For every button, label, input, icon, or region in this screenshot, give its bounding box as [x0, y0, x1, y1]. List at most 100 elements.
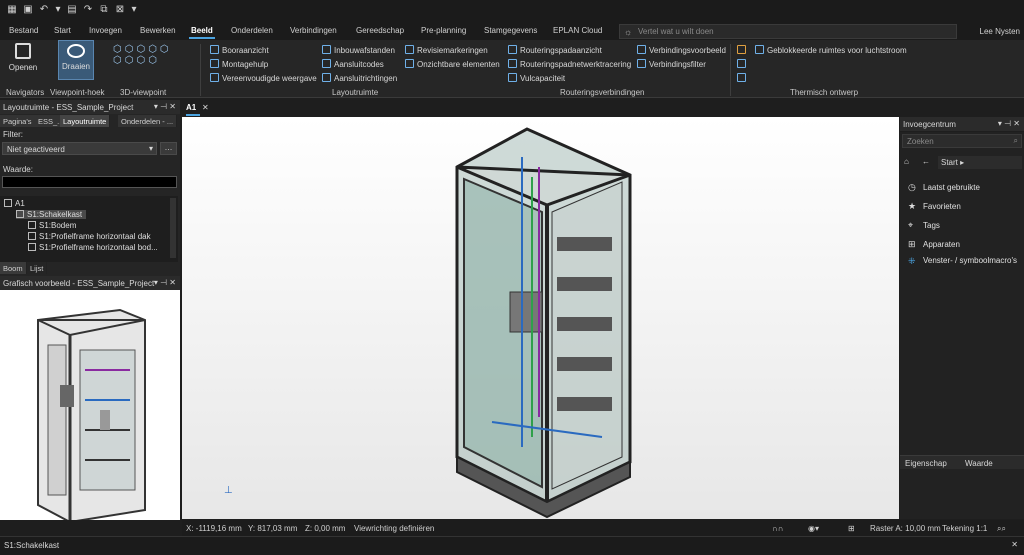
- layout-space-header: Layoutruimte - ESS_Sample_Project ▾ ⊣ ✕: [0, 100, 180, 114]
- ribbon-separator: [730, 44, 731, 96]
- connection-preview-button[interactable]: Verbindingsvoorbeeld: [637, 45, 726, 55]
- tab-boom[interactable]: Boom: [0, 262, 27, 274]
- search-placeholder: Vertel wat u wilt doen: [638, 27, 714, 36]
- tab-stamgegevens[interactable]: Stamgegevens: [484, 26, 537, 35]
- breadcrumb-start: Start: [941, 158, 958, 167]
- tab-onderdelen[interactable]: Onderdelen: [231, 26, 273, 35]
- close-icon[interactable]: ✕: [1011, 540, 1018, 549]
- tree-label: A1: [15, 199, 25, 208]
- thermal-button-2[interactable]: [737, 59, 749, 69]
- snap-icon[interactable]: ∩∩: [772, 524, 784, 533]
- rotate-button[interactable]: Draaien: [58, 40, 94, 80]
- mounting-icon: [210, 59, 219, 68]
- fill-capacity-button[interactable]: Vulcapaciteit: [508, 73, 565, 83]
- recent-item[interactable]: ◷ Laatst gebruikte: [908, 182, 980, 193]
- 3d-canvas[interactable]: ⊥: [182, 117, 899, 519]
- open-icon[interactable]: ▤: [66, 4, 78, 16]
- macros-item[interactable]: ⁜ Venster- / symboolmacro's: [908, 256, 1018, 266]
- revision-marks-button[interactable]: Revisiemarkeringen: [405, 45, 488, 55]
- close-tab-icon[interactable]: ✕: [202, 103, 209, 112]
- tree-item-cabinet[interactable]: S1:Schakelkast: [16, 210, 87, 219]
- capacity-icon: [508, 73, 517, 82]
- blocked-icon: [755, 45, 764, 54]
- close-icon[interactable]: ⊠: [114, 4, 126, 16]
- panel-close-icon[interactable]: ▾ ⊣ ✕: [154, 102, 176, 111]
- routing-icon: [508, 45, 517, 54]
- subtab-layout[interactable]: Layoutruimte: [60, 115, 111, 127]
- subtab-parts[interactable]: Onderdelen - ...: [118, 115, 178, 127]
- devices-item[interactable]: ⊞ Apparaten: [908, 239, 960, 250]
- connection-directions-button[interactable]: Aansluitrichtingen: [322, 73, 397, 83]
- properties-header: Eigenschap Waarde: [900, 455, 1024, 469]
- navigator-icon: [15, 43, 31, 59]
- zoom-icon[interactable]: ⌕⌕: [997, 524, 1006, 534]
- tags-item[interactable]: ⌖ Tags: [908, 220, 940, 231]
- mounting-aid-button[interactable]: Montagehulp: [210, 59, 268, 69]
- search-icon: ⌕: [1013, 136, 1018, 145]
- preview-title: Grafisch voorbeeld - ESS_Sample_Project: [3, 279, 155, 288]
- connection-filter-button[interactable]: Verbindingsfilter: [637, 59, 706, 69]
- panel-close-icon[interactable]: ▾ ⊣ ✕: [154, 278, 176, 287]
- tab-eplan-cloud[interactable]: EPLAN Cloud: [553, 26, 602, 35]
- value-input[interactable]: [2, 176, 177, 188]
- drill-view-button[interactable]: Booraanzicht: [210, 45, 269, 55]
- subtab-pages[interactable]: Pagina's: [0, 115, 36, 127]
- home-icon[interactable]: ⌂: [904, 157, 909, 166]
- group-viewpoint: Viewpoint-hoek: [50, 88, 105, 97]
- tab-pre-planning[interactable]: Pre-planning: [421, 26, 466, 35]
- tree-item-frame-roof[interactable]: S1:Profielframe horizontaal dak: [28, 232, 151, 241]
- tree-label: S1:Schakelkast: [27, 210, 83, 219]
- tab-gereedschap[interactable]: Gereedschap: [356, 26, 404, 35]
- connection-codes-button[interactable]: Aansluitcodes: [322, 59, 384, 69]
- title-bar: ▦ ▣ ↶ ▾ ▤ ↷ ⧉ ⊠ ▾: [0, 0, 1024, 22]
- grid-icon[interactable]: ⊞: [848, 524, 855, 533]
- invisible-elements-button[interactable]: Onzichtbare elementen: [405, 59, 500, 69]
- dropdown-icon[interactable]: ▾: [52, 4, 64, 16]
- tab-verbindingen[interactable]: Verbindingen: [290, 26, 337, 35]
- panel-close-icon[interactable]: ▾ ⊣ ✕: [998, 119, 1020, 128]
- save-icon[interactable]: ▣: [22, 4, 34, 16]
- doc-tab-a1[interactable]: A1: [186, 103, 196, 112]
- copy-icon[interactable]: ⧉: [98, 4, 110, 16]
- tab-beeld[interactable]: Beeld: [189, 26, 215, 39]
- view-icon[interactable]: ◉▾: [808, 524, 819, 533]
- chevron-down-icon: ▾: [148, 144, 153, 153]
- breadcrumb[interactable]: Start ▸: [938, 156, 1022, 169]
- simplified-view-button[interactable]: Vereenvoudigde weergave: [210, 73, 317, 83]
- routing-path-view-button[interactable]: Routeringspadaanzicht: [508, 45, 602, 55]
- thermal-button-3[interactable]: [737, 73, 749, 83]
- macros-label: Venster- / symboolmacro's: [923, 256, 1018, 265]
- favorites-item[interactable]: ★ Favorieten: [908, 201, 961, 212]
- connection-codes-label: Aansluitcodes: [334, 60, 384, 69]
- status-bar: X: -1119,16 mm Y: 817,03 mm Z: 0,00 mm V…: [182, 520, 1024, 536]
- tree-scrollbar[interactable]: [170, 198, 176, 258]
- open-button[interactable]: Openen: [6, 43, 40, 72]
- tab-start[interactable]: Start: [54, 26, 71, 35]
- user-name[interactable]: Lee Nysten: [980, 27, 1020, 36]
- viewpoint-cubes[interactable]: ⬡⬡⬡⬡⬡ ⬡⬡⬡⬡: [113, 44, 193, 74]
- insert-search-input[interactable]: Zoeken ⌕: [902, 134, 1022, 148]
- back-icon[interactable]: ←: [922, 157, 930, 166]
- graphic-preview: [0, 290, 180, 524]
- filter-options-button[interactable]: …: [160, 142, 177, 155]
- tab-bewerken[interactable]: Bewerken: [140, 26, 176, 35]
- tab-invoegen[interactable]: Invoegen: [89, 26, 122, 35]
- customize-icon[interactable]: ▾: [128, 4, 140, 16]
- filter-select[interactable]: Niet geactiveerd ▾: [2, 142, 157, 155]
- part-icon: [28, 232, 36, 240]
- tree-item-a1[interactable]: A1: [4, 199, 25, 208]
- view-direction[interactable]: Viewrichting definiëren: [354, 524, 434, 533]
- clearance-button[interactable]: Inbouwafstanden: [322, 45, 395, 55]
- undo-icon[interactable]: ↶: [38, 4, 50, 16]
- tab-lijst[interactable]: Lijst: [27, 262, 48, 274]
- tree-item-frame-bottom[interactable]: S1:Profielframe horizontaal bod...: [28, 243, 158, 252]
- thermal-button-1[interactable]: [737, 45, 749, 55]
- tab-bestand[interactable]: Bestand: [9, 26, 38, 35]
- tree-item-bottom[interactable]: S1:Bodem: [28, 221, 76, 230]
- insert-search-placeholder: Zoeken: [907, 137, 934, 146]
- redo-icon[interactable]: ↷: [82, 4, 94, 16]
- fill-capacity-label: Vulcapaciteit: [520, 74, 566, 83]
- tell-me-search[interactable]: ☼ Vertel wat u wilt doen: [619, 24, 957, 39]
- routing-tracing-button[interactable]: Routeringspadnetwerktracering: [508, 59, 631, 69]
- blocked-airflow-button[interactable]: Geblokkeerde ruimtes voor luchtstroom: [755, 45, 907, 55]
